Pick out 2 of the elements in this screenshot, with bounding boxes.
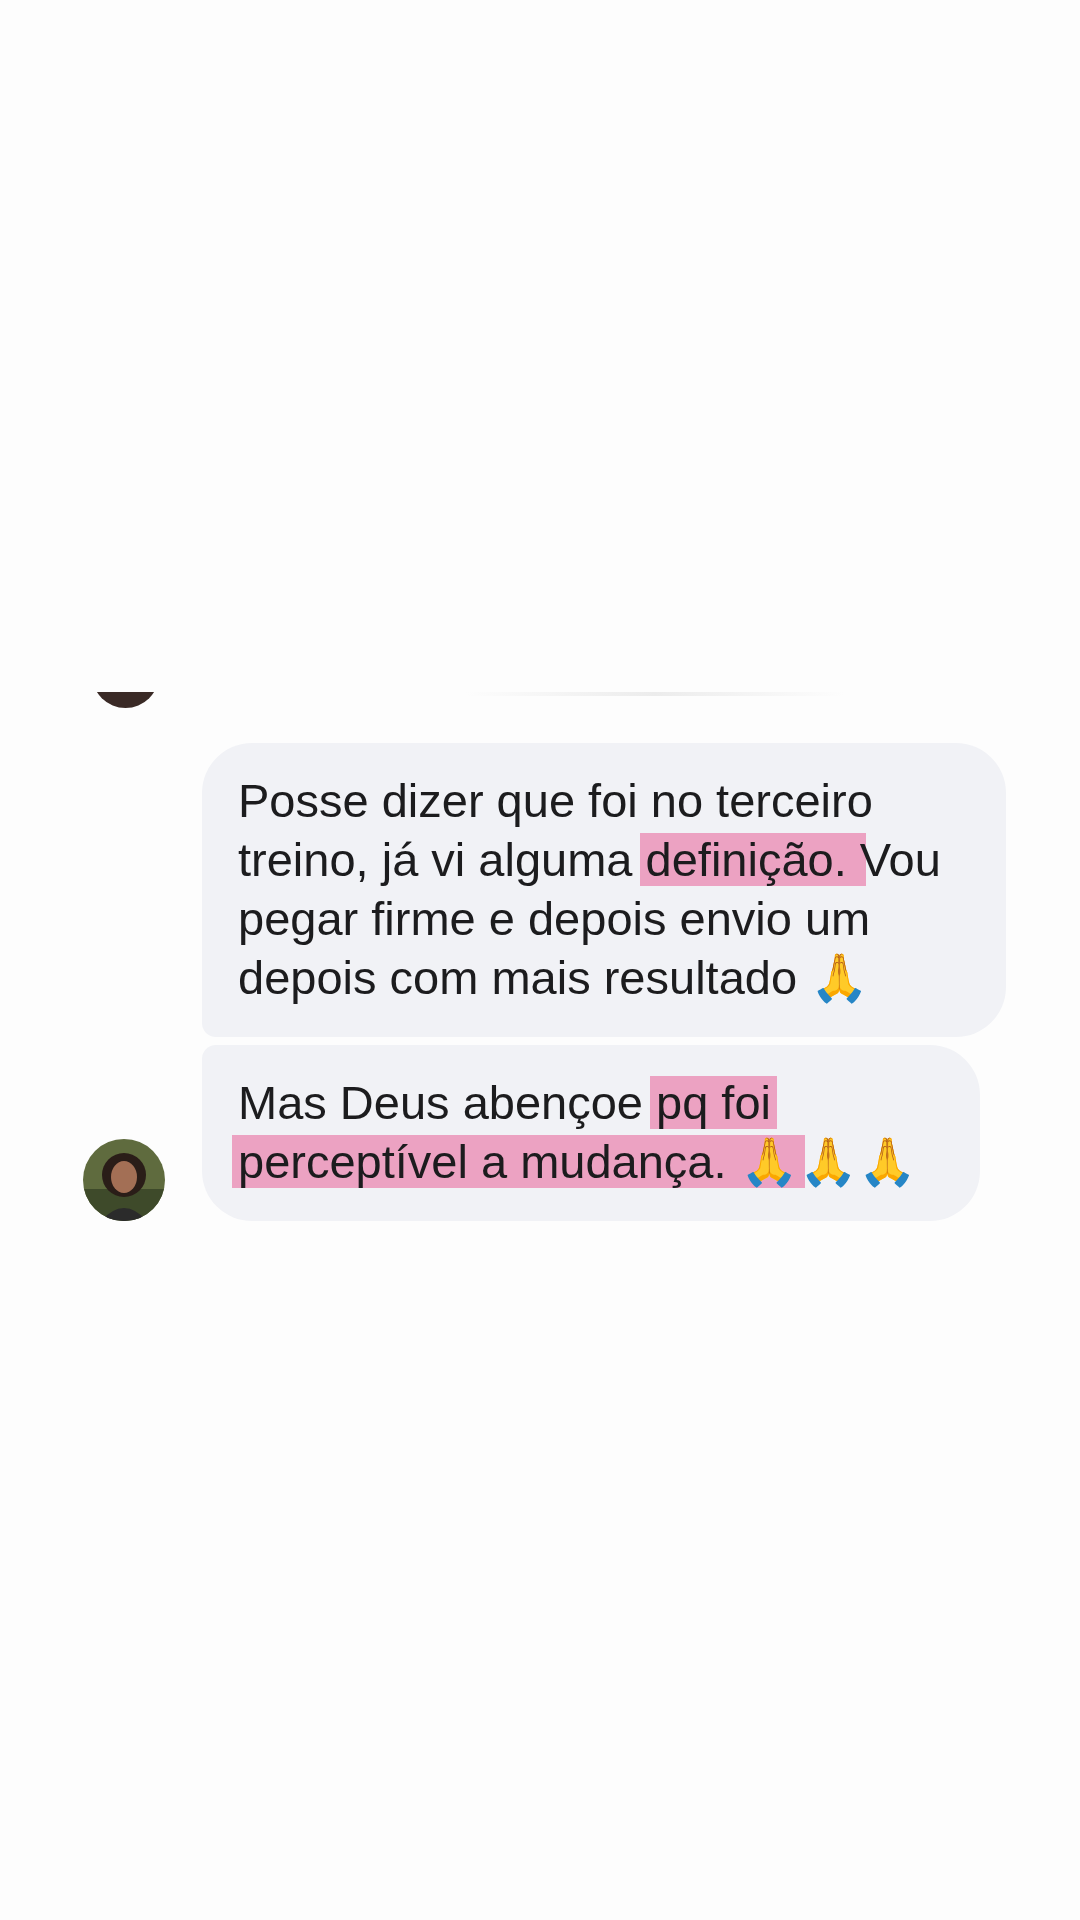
message-bubble: Mas Deus abençoe pq foi perceptível a mudança. 🙏🙏🙏 bbox=[202, 1045, 980, 1221]
message-bubble: Posse dizer que foi no terceiro treino, já vi alguma definição. Vou pegar firme e depois envio um depois com mais resultado 🙏 bbox=[202, 743, 1006, 1037]
